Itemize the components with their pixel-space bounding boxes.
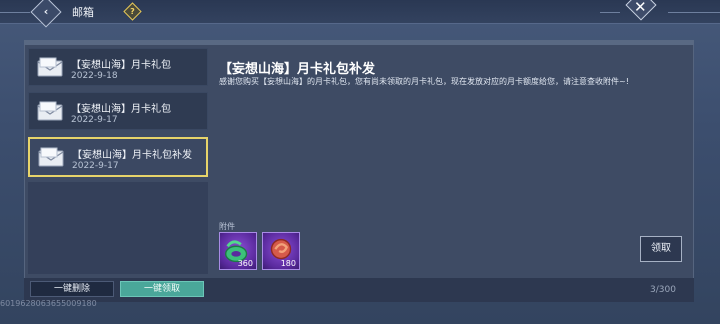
- top-bar-decoration: [600, 12, 620, 13]
- mail-list-item[interactable]: 【妄想山海】月卡礼包 2022-9-17: [28, 92, 208, 130]
- top-bar: ‹ 邮箱 ? ✕: [0, 0, 720, 28]
- mail-count: 3/300: [650, 285, 676, 295]
- user-id: 6019628063655009180: [0, 299, 97, 308]
- claim-all-button[interactable]: 一键领取: [120, 281, 204, 297]
- mail-list-item-title: 【妄想山海】月卡礼包: [71, 60, 171, 71]
- help-icon-glyph: ?: [130, 7, 135, 16]
- help-icon[interactable]: ?: [123, 2, 142, 21]
- mail-list-item[interactable]: 【妄想山海】月卡礼包 2022-9-18: [28, 48, 208, 86]
- envelope-icon: [37, 57, 63, 77]
- close-icon: ✕: [634, 0, 647, 16]
- back-button[interactable]: ‹: [30, 0, 62, 28]
- top-bar-decoration: [0, 12, 30, 13]
- panel-header-strip: [24, 40, 694, 45]
- mail-list-background: [28, 182, 208, 274]
- attachment-item[interactable]: 180: [262, 232, 300, 270]
- page-title: 邮箱: [72, 6, 94, 19]
- envelope-icon: [37, 101, 63, 121]
- mail-list-item-title: 【妄想山海】月卡礼包: [71, 104, 171, 115]
- mail-body: 感谢您购买【妄想山海】的月卡礼包，您有尚未领取的月卡礼包，现在发放对应的月卡额度…: [219, 77, 629, 86]
- mail-title: 【妄想山海】月卡礼包补发: [219, 62, 376, 77]
- mail-list-item-date: 2022-9-18: [71, 71, 118, 81]
- mail-list-item-selected[interactable]: 【妄想山海】月卡礼包补发 2022-9-17: [28, 137, 208, 177]
- attachment-item[interactable]: 360: [219, 232, 257, 270]
- mail-list-item-date: 2022-9-17: [72, 161, 119, 171]
- attachment-count: 180: [280, 259, 296, 268]
- mail-list-item-date: 2022-9-17: [71, 115, 118, 125]
- claim-button[interactable]: 领取: [640, 236, 682, 262]
- close-button[interactable]: ✕: [625, 0, 657, 30]
- chevron-left-icon: ‹: [43, 5, 49, 18]
- attachment-count: 360: [237, 259, 253, 268]
- envelope-icon: [38, 147, 64, 167]
- top-bar-decoration: [668, 12, 720, 13]
- delete-all-button[interactable]: 一键删除: [30, 281, 114, 297]
- mail-list-item-title: 【妄想山海】月卡礼包补发: [72, 150, 192, 161]
- attachments-label: 附件: [219, 222, 235, 231]
